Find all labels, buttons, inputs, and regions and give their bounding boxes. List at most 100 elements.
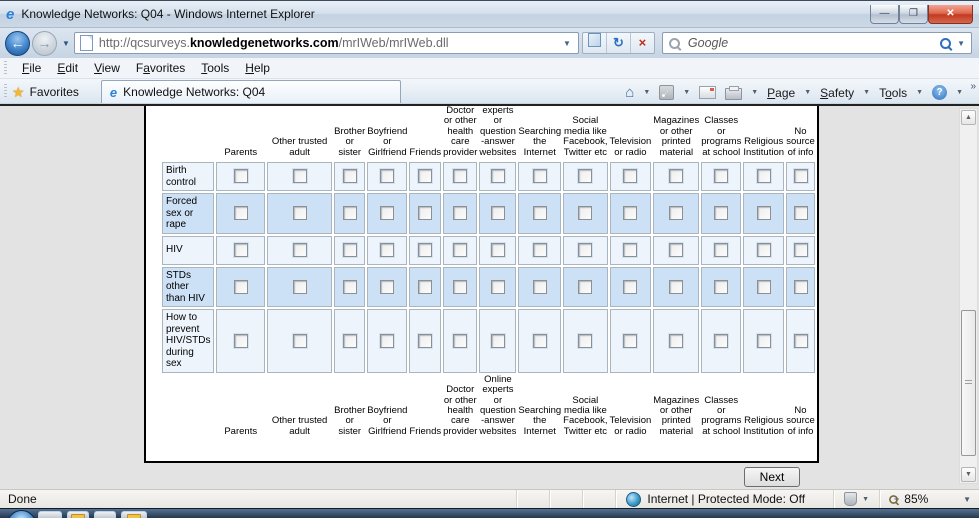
checkbox-r2-c6[interactable] (491, 243, 505, 257)
checkbox-r0-c13[interactable] (794, 169, 808, 183)
menu-file[interactable]: File (14, 59, 49, 77)
checkbox-r2-c2[interactable] (343, 243, 357, 257)
commandbar-menu-page[interactable]: Page (767, 86, 795, 100)
checkbox-r0-c3[interactable] (380, 169, 394, 183)
checkbox-r4-c8[interactable] (578, 334, 592, 348)
address-bar[interactable]: http://qcsurveys.knowledgenetworks.com/m… (74, 32, 579, 54)
checkbox-r4-c9[interactable] (623, 334, 637, 348)
checkbox-r3-c1[interactable] (293, 280, 307, 294)
start-orb-icon[interactable] (7, 510, 36, 518)
menu-help[interactable]: Help (237, 59, 278, 77)
checkbox-r3-c7[interactable] (533, 280, 547, 294)
checkbox-r1-c5[interactable] (453, 206, 467, 220)
checkbox-r3-c8[interactable] (578, 280, 592, 294)
checkbox-r0-c6[interactable] (491, 169, 505, 183)
checkbox-r4-c5[interactable] (453, 334, 467, 348)
checkbox-r0-c10[interactable] (669, 169, 683, 183)
compatibility-view-button[interactable] (583, 33, 607, 53)
checkbox-r0-c9[interactable] (623, 169, 637, 183)
checkbox-r0-c12[interactable] (757, 169, 771, 183)
home-icon[interactable]: ⌂ (625, 85, 634, 100)
checkbox-r3-c6[interactable] (491, 280, 505, 294)
scroll-up-icon[interactable]: ▲ (961, 110, 976, 125)
back-button[interactable]: ← (5, 31, 30, 56)
checkbox-r0-c11[interactable] (714, 169, 728, 183)
menu-view[interactable]: View (86, 59, 128, 77)
scrollbar-thumb[interactable] (961, 310, 976, 456)
search-go-icon[interactable] (940, 38, 951, 49)
commandbar-menu-tools[interactable]: Tools (879, 86, 907, 100)
checkbox-r3-c11[interactable] (714, 280, 728, 294)
smartscreen-segment[interactable]: ▼ (833, 490, 879, 508)
checkbox-r2-c10[interactable] (669, 243, 683, 257)
checkbox-r0-c4[interactable] (418, 169, 432, 183)
checkbox-r0-c8[interactable] (578, 169, 592, 183)
restore-button[interactable]: ❐ (899, 5, 928, 24)
search-box[interactable]: Google ▼ (662, 32, 972, 54)
commandbar-menu-safety[interactable]: Safety (820, 86, 854, 100)
checkbox-r3-c13[interactable] (794, 280, 808, 294)
checkbox-r3-c0[interactable] (234, 280, 248, 294)
help-icon[interactable]: ? (932, 85, 947, 100)
checkbox-r4-c3[interactable] (380, 334, 394, 348)
page-dropdown-icon[interactable]: ▼ (804, 89, 811, 96)
checkbox-r3-c4[interactable] (418, 280, 432, 294)
toolbar-overflow-icon[interactable]: » (970, 81, 976, 92)
checkbox-r4-c2[interactable] (343, 334, 357, 348)
checkbox-r0-c0[interactable] (234, 169, 248, 183)
search-dropdown-icon[interactable]: ▼ (957, 39, 965, 48)
print-dropdown-icon[interactable]: ▼ (751, 89, 758, 96)
stop-button[interactable]: × (631, 33, 654, 53)
checkbox-r1-c8[interactable] (578, 206, 592, 220)
safety-dropdown-icon[interactable]: ▼ (863, 89, 870, 96)
smartscreen-dropdown-icon[interactable]: ▼ (862, 496, 869, 503)
checkbox-r4-c1[interactable] (293, 334, 307, 348)
forward-button[interactable]: → (32, 31, 57, 56)
checkbox-r1-c13[interactable] (794, 206, 808, 220)
checkbox-r1-c2[interactable] (343, 206, 357, 220)
checkbox-r4-c10[interactable] (669, 334, 683, 348)
checkbox-r1-c3[interactable] (380, 206, 394, 220)
checkbox-r3-c9[interactable] (623, 280, 637, 294)
checkbox-r3-c2[interactable] (343, 280, 357, 294)
checkbox-r2-c12[interactable] (757, 243, 771, 257)
checkbox-r2-c8[interactable] (578, 243, 592, 257)
refresh-button[interactable]: ↻ (607, 33, 631, 53)
checkbox-r2-c5[interactable] (453, 243, 467, 257)
checkbox-r2-c3[interactable] (380, 243, 394, 257)
menu-tools[interactable]: Tools (193, 59, 237, 77)
help-dropdown-icon[interactable]: ▼ (956, 89, 963, 96)
checkbox-r4-c7[interactable] (533, 334, 547, 348)
checkbox-r1-c1[interactable] (293, 206, 307, 220)
checkbox-r0-c1[interactable] (293, 169, 307, 183)
checkbox-r4-c0[interactable] (234, 334, 248, 348)
checkbox-r2-c11[interactable] (714, 243, 728, 257)
checkbox-r3-c10[interactable] (669, 280, 683, 294)
checkbox-r2-c13[interactable] (794, 243, 808, 257)
menu-edit[interactable]: Edit (49, 59, 86, 77)
minimize-button[interactable]: — (870, 5, 899, 24)
menu-favorites[interactable]: Favorites (128, 59, 193, 77)
checkbox-r2-c7[interactable] (533, 243, 547, 257)
zoom-dropdown-icon[interactable]: ▼ (963, 495, 971, 504)
checkbox-r0-c2[interactable] (343, 169, 357, 183)
checkbox-r4-c4[interactable] (418, 334, 432, 348)
checkbox-r4-c11[interactable] (714, 334, 728, 348)
checkbox-r1-c0[interactable] (234, 206, 248, 220)
checkbox-r1-c9[interactable] (623, 206, 637, 220)
close-button[interactable]: ✕ (928, 5, 973, 24)
checkbox-r2-c0[interactable] (234, 243, 248, 257)
zoom-control[interactable]: + 85% ▼ (879, 490, 979, 508)
checkbox-r2-c9[interactable] (623, 243, 637, 257)
next-button[interactable]: Next (744, 467, 800, 487)
rss-feed-icon[interactable] (659, 85, 674, 100)
favorites-button[interactable]: ★ Favorites (0, 85, 89, 103)
checkbox-r3-c12[interactable] (757, 280, 771, 294)
checkbox-r4-c13[interactable] (794, 334, 808, 348)
rss-dropdown-icon[interactable]: ▼ (683, 89, 690, 96)
checkbox-r1-c11[interactable] (714, 206, 728, 220)
print-icon[interactable] (725, 88, 742, 100)
home-dropdown-icon[interactable]: ▼ (643, 89, 650, 96)
url-text[interactable]: http://qcsurveys.knowledgenetworks.com/m… (99, 36, 561, 50)
checkbox-r2-c1[interactable] (293, 243, 307, 257)
